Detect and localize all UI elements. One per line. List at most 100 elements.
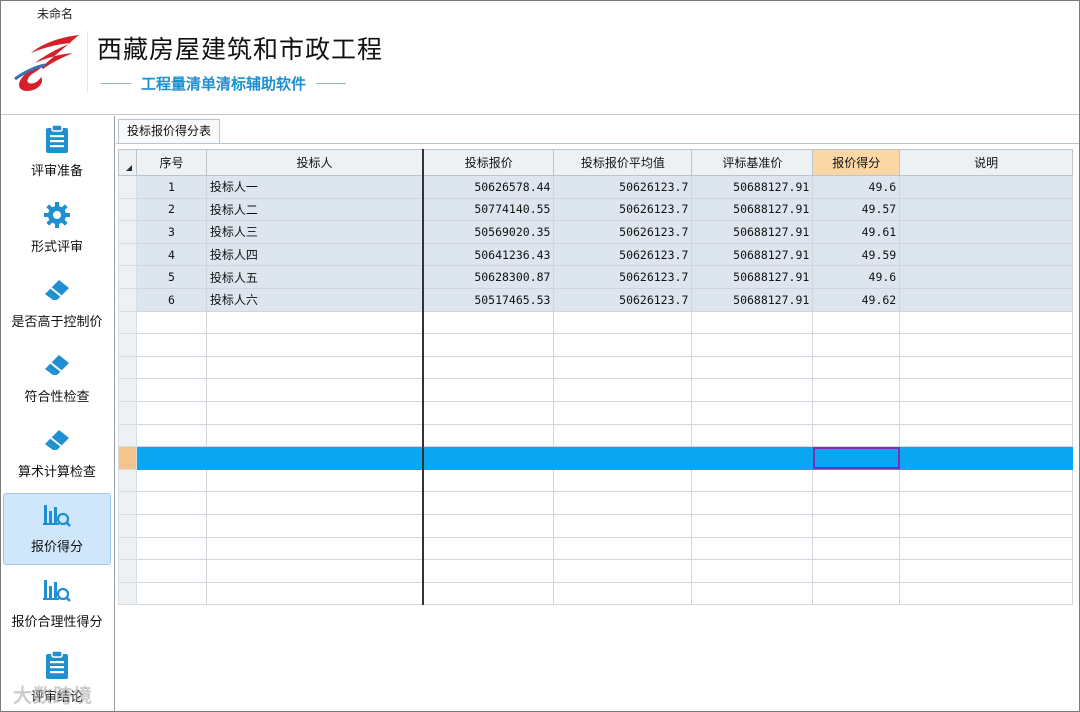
table-cell[interactable] (691, 400, 814, 425)
row-header[interactable] (118, 378, 137, 402)
table-cell[interactable] (553, 333, 693, 357)
table-cell[interactable]: 50626123.7 (553, 220, 693, 244)
table-cell[interactable] (899, 559, 1073, 583)
row-header[interactable] (118, 513, 137, 538)
table-cell[interactable] (205, 581, 424, 606)
row-header[interactable] (118, 423, 137, 448)
fill-handle[interactable] (897, 466, 899, 469)
sidebar-item-above-control-price[interactable]: 是否高于控制价 (3, 269, 111, 341)
table-cell[interactable] (422, 378, 555, 402)
table-cell[interactable] (691, 491, 814, 515)
row-header[interactable] (118, 446, 137, 470)
table-cell[interactable]: 5 (135, 265, 207, 289)
table-cell[interactable]: 50688127.91 (691, 175, 814, 199)
table-cell[interactable]: 50688127.91 (691, 242, 814, 267)
tab-price-score-table[interactable]: 投标报价得分表 (118, 119, 221, 143)
table-cell[interactable]: 49.59 (812, 242, 901, 267)
table-cell[interactable]: 49.62 (812, 287, 901, 312)
table-cell[interactable] (422, 559, 555, 583)
table-cell[interactable] (691, 513, 814, 538)
table-cell[interactable]: 50626123.7 (553, 175, 693, 199)
table-cell[interactable]: 50774140.55 (422, 197, 555, 222)
row-header[interactable] (118, 242, 137, 267)
table-cell[interactable] (135, 536, 207, 561)
table-cell[interactable] (812, 559, 901, 583)
table-cell[interactable] (899, 446, 1073, 470)
table-cell[interactable] (691, 355, 814, 380)
table-row[interactable]: 6 投标人六 50517465.53 50626123.7 50688127.91 49.… (118, 287, 1073, 312)
table-cell[interactable] (899, 242, 1073, 267)
table-cell[interactable] (899, 468, 1073, 493)
table-cell[interactable] (135, 423, 207, 448)
table-cell[interactable] (205, 468, 424, 493)
sidebar-item-arithmetic-check[interactable]: 算术计算检查 (3, 419, 111, 491)
table-cell[interactable]: 50628300.87 (422, 265, 555, 289)
column-header[interactable]: 投标报价平均值 (553, 149, 693, 176)
table-cell[interactable] (553, 355, 693, 380)
column-header[interactable]: 说明 (899, 149, 1073, 176)
table-cell[interactable] (422, 355, 555, 380)
table-cell[interactable] (691, 310, 814, 335)
table-cell[interactable] (422, 536, 555, 561)
table-cell[interactable] (422, 310, 555, 335)
table-cell[interactable]: 投标人二 (205, 197, 424, 222)
row-header[interactable] (118, 581, 137, 606)
table-cell[interactable]: 50626123.7 (553, 197, 693, 222)
column-header[interactable]: 投标报价 (422, 149, 555, 176)
column-header[interactable]: 序号 (135, 149, 207, 176)
select-all-corner[interactable] (118, 149, 137, 176)
active-cell[interactable] (812, 446, 901, 470)
table-cell[interactable]: 49.61 (812, 220, 901, 244)
table-cell[interactable] (691, 468, 814, 493)
table-cell[interactable] (899, 287, 1073, 312)
table-cell[interactable] (553, 378, 693, 402)
table-cell[interactable] (205, 513, 424, 538)
table-cell[interactable] (812, 310, 901, 335)
table-cell[interactable] (422, 423, 555, 448)
table-cell[interactable] (205, 423, 424, 448)
table-cell[interactable] (691, 581, 814, 606)
table-cell[interactable]: 50517465.53 (422, 287, 555, 312)
table-cell[interactable] (899, 333, 1073, 357)
empty-row[interactable] (118, 559, 1073, 583)
table-cell[interactable]: 6 (135, 287, 207, 312)
empty-row[interactable] (118, 536, 1073, 561)
table-cell[interactable] (812, 581, 901, 606)
table-row[interactable]: 3 投标人三 50569020.35 50626123.7 50688127.91 49.… (118, 220, 1073, 244)
table-cell[interactable]: 49.57 (812, 197, 901, 222)
selected-row[interactable] (118, 446, 1073, 470)
row-header[interactable] (118, 400, 137, 425)
table-cell[interactable] (899, 220, 1073, 244)
table-cell[interactable] (205, 355, 424, 380)
empty-row[interactable] (118, 355, 1073, 380)
table-cell[interactable]: 49.6 (812, 265, 901, 289)
table-cell[interactable] (422, 581, 555, 606)
sidebar-item-conformity-check[interactable]: 符合性检查 (3, 344, 111, 416)
row-header[interactable] (118, 536, 137, 561)
empty-row[interactable] (118, 491, 1073, 515)
table-cell[interactable]: 投标人三 (205, 220, 424, 244)
table-cell[interactable]: 50626578.44 (422, 175, 555, 199)
table-cell[interactable] (812, 333, 901, 357)
table-cell[interactable] (812, 423, 901, 448)
table-cell[interactable] (899, 355, 1073, 380)
table-cell[interactable] (135, 310, 207, 335)
sidebar-item-price-score[interactable]: 报价得分 (3, 493, 111, 565)
table-cell[interactable] (691, 446, 814, 470)
row-header[interactable] (118, 333, 137, 357)
table-cell[interactable] (205, 446, 424, 470)
table-cell[interactable] (135, 581, 207, 606)
table-cell[interactable] (135, 491, 207, 515)
table-cell[interactable] (553, 423, 693, 448)
table-cell[interactable] (899, 513, 1073, 538)
table-cell[interactable]: 49.6 (812, 175, 901, 199)
empty-row[interactable] (118, 423, 1073, 448)
table-cell[interactable] (812, 536, 901, 561)
table-cell[interactable] (812, 400, 901, 425)
row-header[interactable] (118, 559, 137, 583)
table-cell[interactable] (135, 468, 207, 493)
sidebar-item-price-reasonableness-score[interactable]: 报价合理性得分 (3, 569, 111, 641)
table-cell[interactable]: 50641236.43 (422, 242, 555, 267)
empty-row[interactable] (118, 378, 1073, 402)
table-cell[interactable] (205, 310, 424, 335)
